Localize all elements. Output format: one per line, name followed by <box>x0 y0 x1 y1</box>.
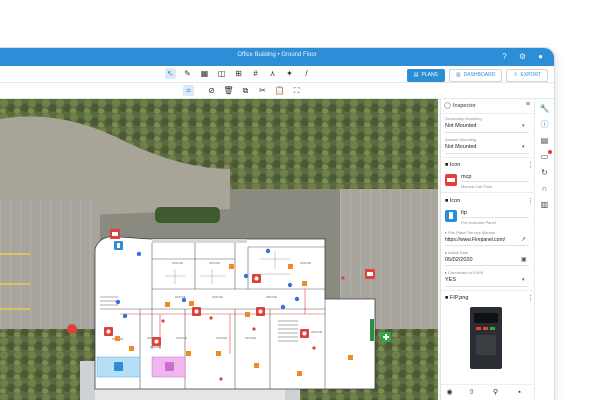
settings-icon[interactable]: ⚙ <box>517 51 528 62</box>
inspector-icon: ◯ <box>444 103 451 109</box>
grid-icon[interactable]: ▦ <box>199 68 210 79</box>
help-icon[interactable]: ? <box>499 51 510 62</box>
history-icon[interactable]: ↻ <box>539 167 550 178</box>
calendar-icon[interactable]: ▣ <box>521 256 527 263</box>
select-icon[interactable]: ↖ <box>165 68 176 79</box>
menu-icon[interactable]: ≡ <box>526 101 530 108</box>
fit-icon[interactable]: ⌗ <box>183 85 194 96</box>
layers-icon[interactable]: ▥ <box>539 199 550 210</box>
brush-icon[interactable]: / <box>301 68 312 79</box>
icon-name-fip[interactable]: fip <box>461 210 467 216</box>
icon-desc-mcp: Manual Call Point <box>461 184 493 189</box>
mode-plans-button[interactable]: ▤ PLANS <box>406 69 445 82</box>
copy-icon[interactable]: ⧉ <box>240 85 251 96</box>
more-options-icon[interactable]: ⋮ <box>527 294 534 302</box>
mode-dashboard-button[interactable]: ▥ DASHBOARD <box>448 69 503 82</box>
info-icon[interactable]: ⓘ <box>539 119 550 130</box>
dashboard-icon: ▥ <box>455 72 461 78</box>
panel-action-bar: ◉ ⇧ ⚲ ▪ <box>441 384 534 400</box>
expand-icon[interactable]: ⛶ <box>291 85 302 96</box>
alarm-marker[interactable] <box>67 324 77 334</box>
pen-icon[interactable]: ✎ <box>182 68 193 79</box>
inspector-panel: ◯ Inspector ≡ Secondary Mounting Not Mou… <box>440 99 534 400</box>
hash-icon[interactable]: # <box>250 68 261 79</box>
alarm-marker[interactable] <box>365 269 375 279</box>
more-options-icon[interactable]: ⋮ <box>527 197 534 205</box>
chevron-down-icon[interactable]: ▾ <box>522 277 525 283</box>
ewis-select[interactable]: YES <box>445 277 456 283</box>
alarm-marker[interactable] <box>256 307 265 316</box>
inspector-title: Inspector <box>453 103 476 109</box>
icon-desc-fip: Fire Indicator Panel <box>461 220 496 225</box>
wrench-icon[interactable]: 🔧 <box>539 103 550 114</box>
pin-icon[interactable]: ✦ <box>284 68 295 79</box>
cut-icon[interactable]: ✂ <box>257 85 268 96</box>
camera-icon[interactable]: ◉ <box>445 388 454 397</box>
export-icon: ⇪ <box>513 72 518 78</box>
fip-photo[interactable] <box>470 307 502 369</box>
trash-icon[interactable]: 🗑 <box>223 85 234 96</box>
more-options-icon[interactable]: ⋮ <box>527 161 534 169</box>
icon-section-heading: ■ Icon <box>445 162 461 168</box>
hazard-markers[interactable] <box>115 264 353 376</box>
list-icon[interactable]: ▤ <box>539 135 550 146</box>
plans-icon: ▤ <box>413 72 419 78</box>
chevron-down-icon[interactable]: ▾ <box>522 144 525 150</box>
icon-name-mcp[interactable]: mcp <box>461 174 471 180</box>
alarm-marker[interactable] <box>192 307 201 316</box>
save-icon[interactable]: ▪ <box>515 388 524 397</box>
measure-icon[interactable]: ⊞ <box>233 68 244 79</box>
title-bar: Office Building • Ground Floor ? ⚙ ● <box>0 48 554 66</box>
artwork-mounting-select[interactable]: Not Mounted <box>445 144 477 150</box>
install-date-input[interactable]: 05/02/2020 <box>445 257 473 263</box>
alarm-marker[interactable] <box>252 274 261 283</box>
notification-dot <box>548 150 552 154</box>
install-date-label: ▸ Install Date <box>445 250 469 255</box>
mode-export-button[interactable]: ⇪ EXPORT <box>506 69 548 82</box>
crop-icon[interactable]: ⊘ <box>206 85 217 96</box>
image-heading: ■ FIP.png <box>445 295 469 301</box>
user-icon[interactable]: ● <box>535 51 546 62</box>
nodes-icon[interactable]: ⋏ <box>267 68 278 79</box>
right-rail: 🔧 ⓘ ▤ ▭ ↻ ∩ ▥ <box>534 99 554 400</box>
ewis-label: ▸ Connected to EWIS <box>445 270 484 275</box>
window-title: Office Building • Ground Floor <box>237 52 317 58</box>
manual-label: ▸ Fire Panel Service Manual <box>445 230 496 235</box>
app-window: Office Building • Ground Floor ? ⚙ ● ↖ ✎… <box>0 48 554 400</box>
secondary-mounting-label: Secondary Mounting <box>445 116 482 121</box>
device-markers <box>67 229 391 381</box>
alarm-marker[interactable] <box>300 329 309 338</box>
magnet-icon[interactable]: ∩ <box>539 183 550 194</box>
alarm-marker[interactable] <box>104 327 113 336</box>
restroom-marker[interactable] <box>165 362 174 371</box>
alarm-marker[interactable] <box>152 337 161 346</box>
chevron-down-icon[interactable]: ▾ <box>522 123 525 129</box>
secondary-mounting-select[interactable]: Not Mounted <box>445 123 477 129</box>
clipboard-icon[interactable]: 📋 <box>274 85 285 96</box>
exit-marker[interactable] <box>381 332 391 342</box>
restroom-marker[interactable] <box>114 362 123 371</box>
floor-plan-canvas[interactable]: OFFICE OFFICE OFFICE OFFICE OFFICE OFFIC… <box>0 99 438 400</box>
upload-icon[interactable]: ⇧ <box>467 388 476 397</box>
external-link-icon[interactable]: ↗ <box>521 236 526 243</box>
main-toolbar: ↖ ✎ ▦ ◫ ⊞ # ⋏ ✦ / ▤ PLANS ▥ DASHBOARD ⇪ … <box>0 66 554 83</box>
manual-url-input[interactable]: https://www.Firepanel.com/ <box>445 237 505 243</box>
page-icon[interactable]: ◫ <box>216 68 227 79</box>
info-marker[interactable] <box>114 241 123 250</box>
alarm-marker[interactable] <box>110 229 120 239</box>
artwork-mounting-label: Artwork Mounting <box>445 137 477 142</box>
location-icon[interactable]: ⚲ <box>491 388 500 397</box>
edit-toolbar: ⌗ ⊘ 🗑 ⧉ ✂ 📋 ⛶ <box>0 83 554 99</box>
icon-section-heading: ■ Icon <box>445 198 461 204</box>
location-pins[interactable] <box>115 248 300 319</box>
